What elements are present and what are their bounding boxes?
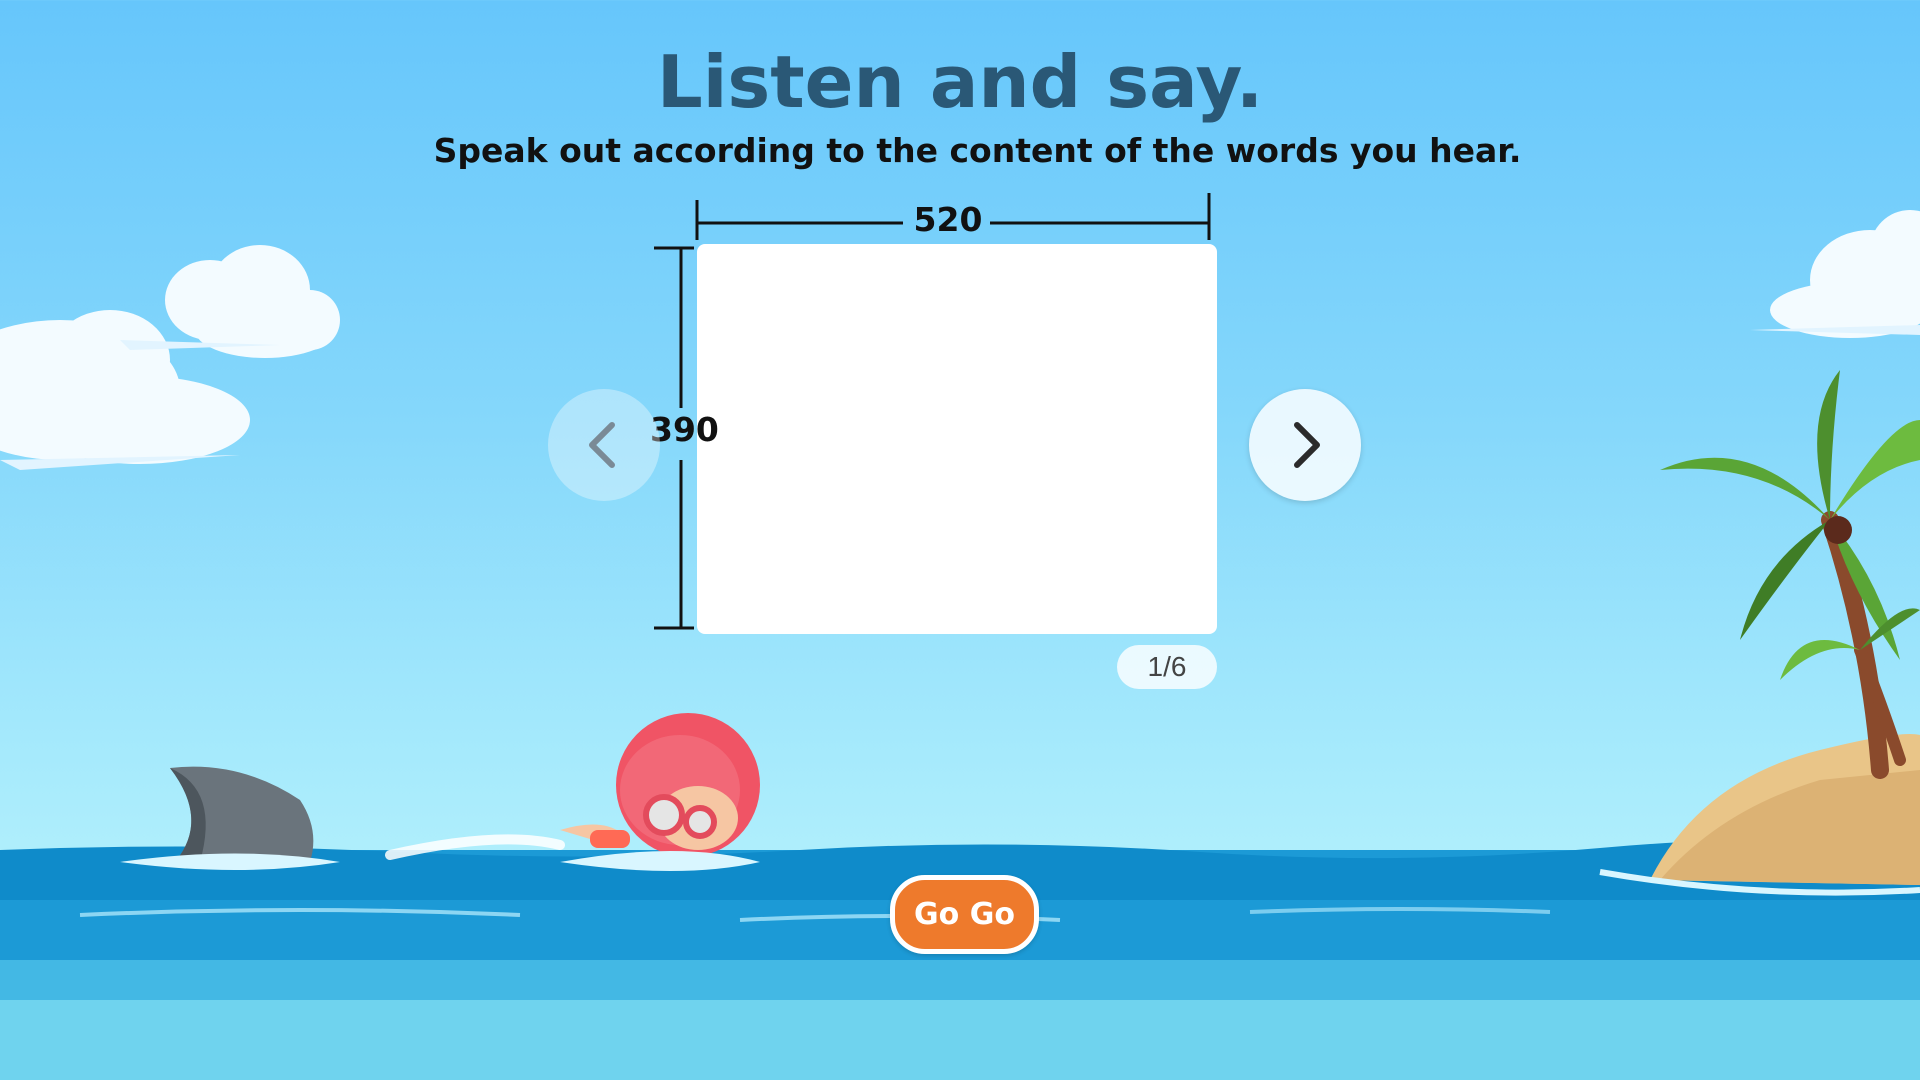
- content-card: [697, 244, 1217, 634]
- island: [1599, 370, 1920, 896]
- previous-button[interactable]: [548, 389, 660, 501]
- card-height-label: 390: [650, 410, 719, 449]
- go-button[interactable]: Go Go: [890, 875, 1039, 954]
- instructions-text: Speak out according to the content of th…: [433, 131, 1522, 170]
- chevron-right-icon: [1294, 422, 1320, 468]
- next-button[interactable]: [1249, 389, 1361, 501]
- cloud-right: [1750, 210, 1920, 338]
- page-title: Listen and say.: [656, 40, 1264, 124]
- cloud-upper-left: [120, 245, 340, 358]
- swimmer: [385, 713, 760, 871]
- chevron-left-icon: [589, 422, 615, 468]
- card-width-label: 520: [913, 200, 983, 239]
- page-indicator: 1/6: [1117, 645, 1217, 689]
